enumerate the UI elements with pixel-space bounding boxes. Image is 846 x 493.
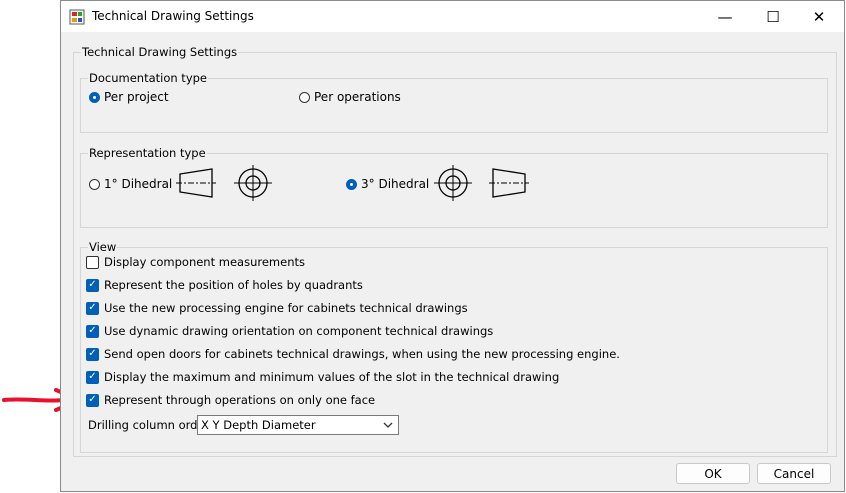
cancel-button[interactable]: Cancel [757, 463, 831, 484]
group-label: Representation type [89, 146, 206, 160]
checkbox-label: Represent the position of holes by quadr… [104, 278, 363, 292]
close-icon: ✕ [812, 7, 826, 26]
radio-button[interactable] [89, 91, 100, 103]
checkbox-dynamic-drawing-orientation[interactable]: ✓ Use dynamic drawing orientation on com… [86, 324, 493, 338]
radio-per-operations[interactable]: Per operations [299, 90, 401, 104]
drilling-column-order-label: Drilling column order [88, 418, 210, 432]
frustum-side-view-mirrored-icon [489, 168, 529, 198]
checkmark-icon: ✓ [88, 348, 97, 359]
window-title: Technical Drawing Settings [92, 9, 254, 23]
minimize-icon: — [717, 7, 733, 26]
checkbox-display-component-measurements[interactable]: Display component measurements [86, 255, 305, 269]
radio-button[interactable] [89, 178, 100, 190]
title-bar: Technical Drawing Settings — ☐ ✕ [61, 1, 844, 32]
chevron-down-icon [383, 422, 393, 428]
documentation-type-group: Documentation type [80, 71, 828, 133]
checkbox-label: Use the new processing engine for cabine… [104, 301, 468, 315]
checkbox[interactable]: ✓ [86, 301, 99, 315]
maximize-button[interactable]: ☐ [750, 1, 796, 32]
checkbox-label: Display the maximum and minimum values o… [104, 370, 560, 384]
checkmark-icon: ✓ [88, 302, 97, 313]
checkbox-send-open-doors[interactable]: ✓ Send open doors for cabinets technical… [86, 347, 620, 361]
checkmark-icon: ✓ [88, 371, 97, 382]
maximize-icon: ☐ [766, 7, 780, 26]
frustum-side-view-icon [176, 168, 216, 198]
checkbox-label: Represent through operations on only one… [104, 393, 376, 407]
checkbox[interactable]: ✓ [86, 278, 99, 292]
radio-label: Per project [104, 90, 169, 104]
checkbox-label: Use dynamic drawing orientation on compo… [104, 324, 494, 338]
group-label: Documentation type [89, 71, 207, 85]
checkbox[interactable]: ✓ [86, 324, 99, 338]
checkmark-icon: ✓ [88, 394, 97, 405]
radio-per-project[interactable]: Per project [89, 90, 169, 104]
checkmark-icon: ✓ [88, 279, 97, 290]
group-label: Technical Drawing Settings [82, 45, 238, 59]
app-icon [69, 9, 85, 25]
radio-button[interactable] [346, 178, 357, 190]
minimize-button[interactable]: — [702, 1, 748, 32]
drilling-column-order-select[interactable]: X Y Depth Diameter [197, 415, 399, 435]
checkbox-new-processing-engine[interactable]: ✓ Use the new processing engine for cabi… [86, 301, 468, 315]
checkbox-holes-by-quadrants[interactable]: ✓ Represent the position of holes by qua… [86, 278, 363, 292]
radio-label: 3° Dihedral [361, 177, 430, 191]
radio-button[interactable] [299, 91, 310, 103]
settings-dialog: Technical Drawing Settings — ☐ ✕ Technic… [60, 0, 845, 492]
checkbox-through-operations-one-face[interactable]: ✓ Represent through operations on only o… [86, 393, 375, 407]
group-label: View [89, 240, 117, 254]
select-value: X Y Depth Diameter [201, 418, 316, 432]
radio-label: Per operations [314, 90, 401, 104]
checkbox-label: Display component measurements [104, 255, 305, 269]
checkbox[interactable]: ✓ [86, 393, 99, 407]
checkbox-label: Send open doors for cabinets technical d… [104, 347, 620, 361]
radio-label: 1° Dihedral [104, 177, 173, 191]
checkmark-icon: ✓ [88, 325, 97, 336]
frustum-end-view-icon [234, 165, 272, 201]
checkbox[interactable]: ✓ [86, 347, 99, 361]
radio-1-dihedral[interactable]: 1° Dihedral [89, 177, 172, 191]
checkbox-slot-min-max-values[interactable]: ✓ Display the maximum and minimum values… [86, 370, 559, 384]
checkbox[interactable]: ✓ [86, 370, 99, 384]
radio-3-dihedral[interactable]: 3° Dihedral [346, 177, 429, 191]
ok-button[interactable]: OK [676, 463, 750, 484]
frustum-end-view-icon [434, 165, 472, 201]
checkbox[interactable] [86, 255, 99, 269]
close-button[interactable]: ✕ [796, 1, 842, 32]
